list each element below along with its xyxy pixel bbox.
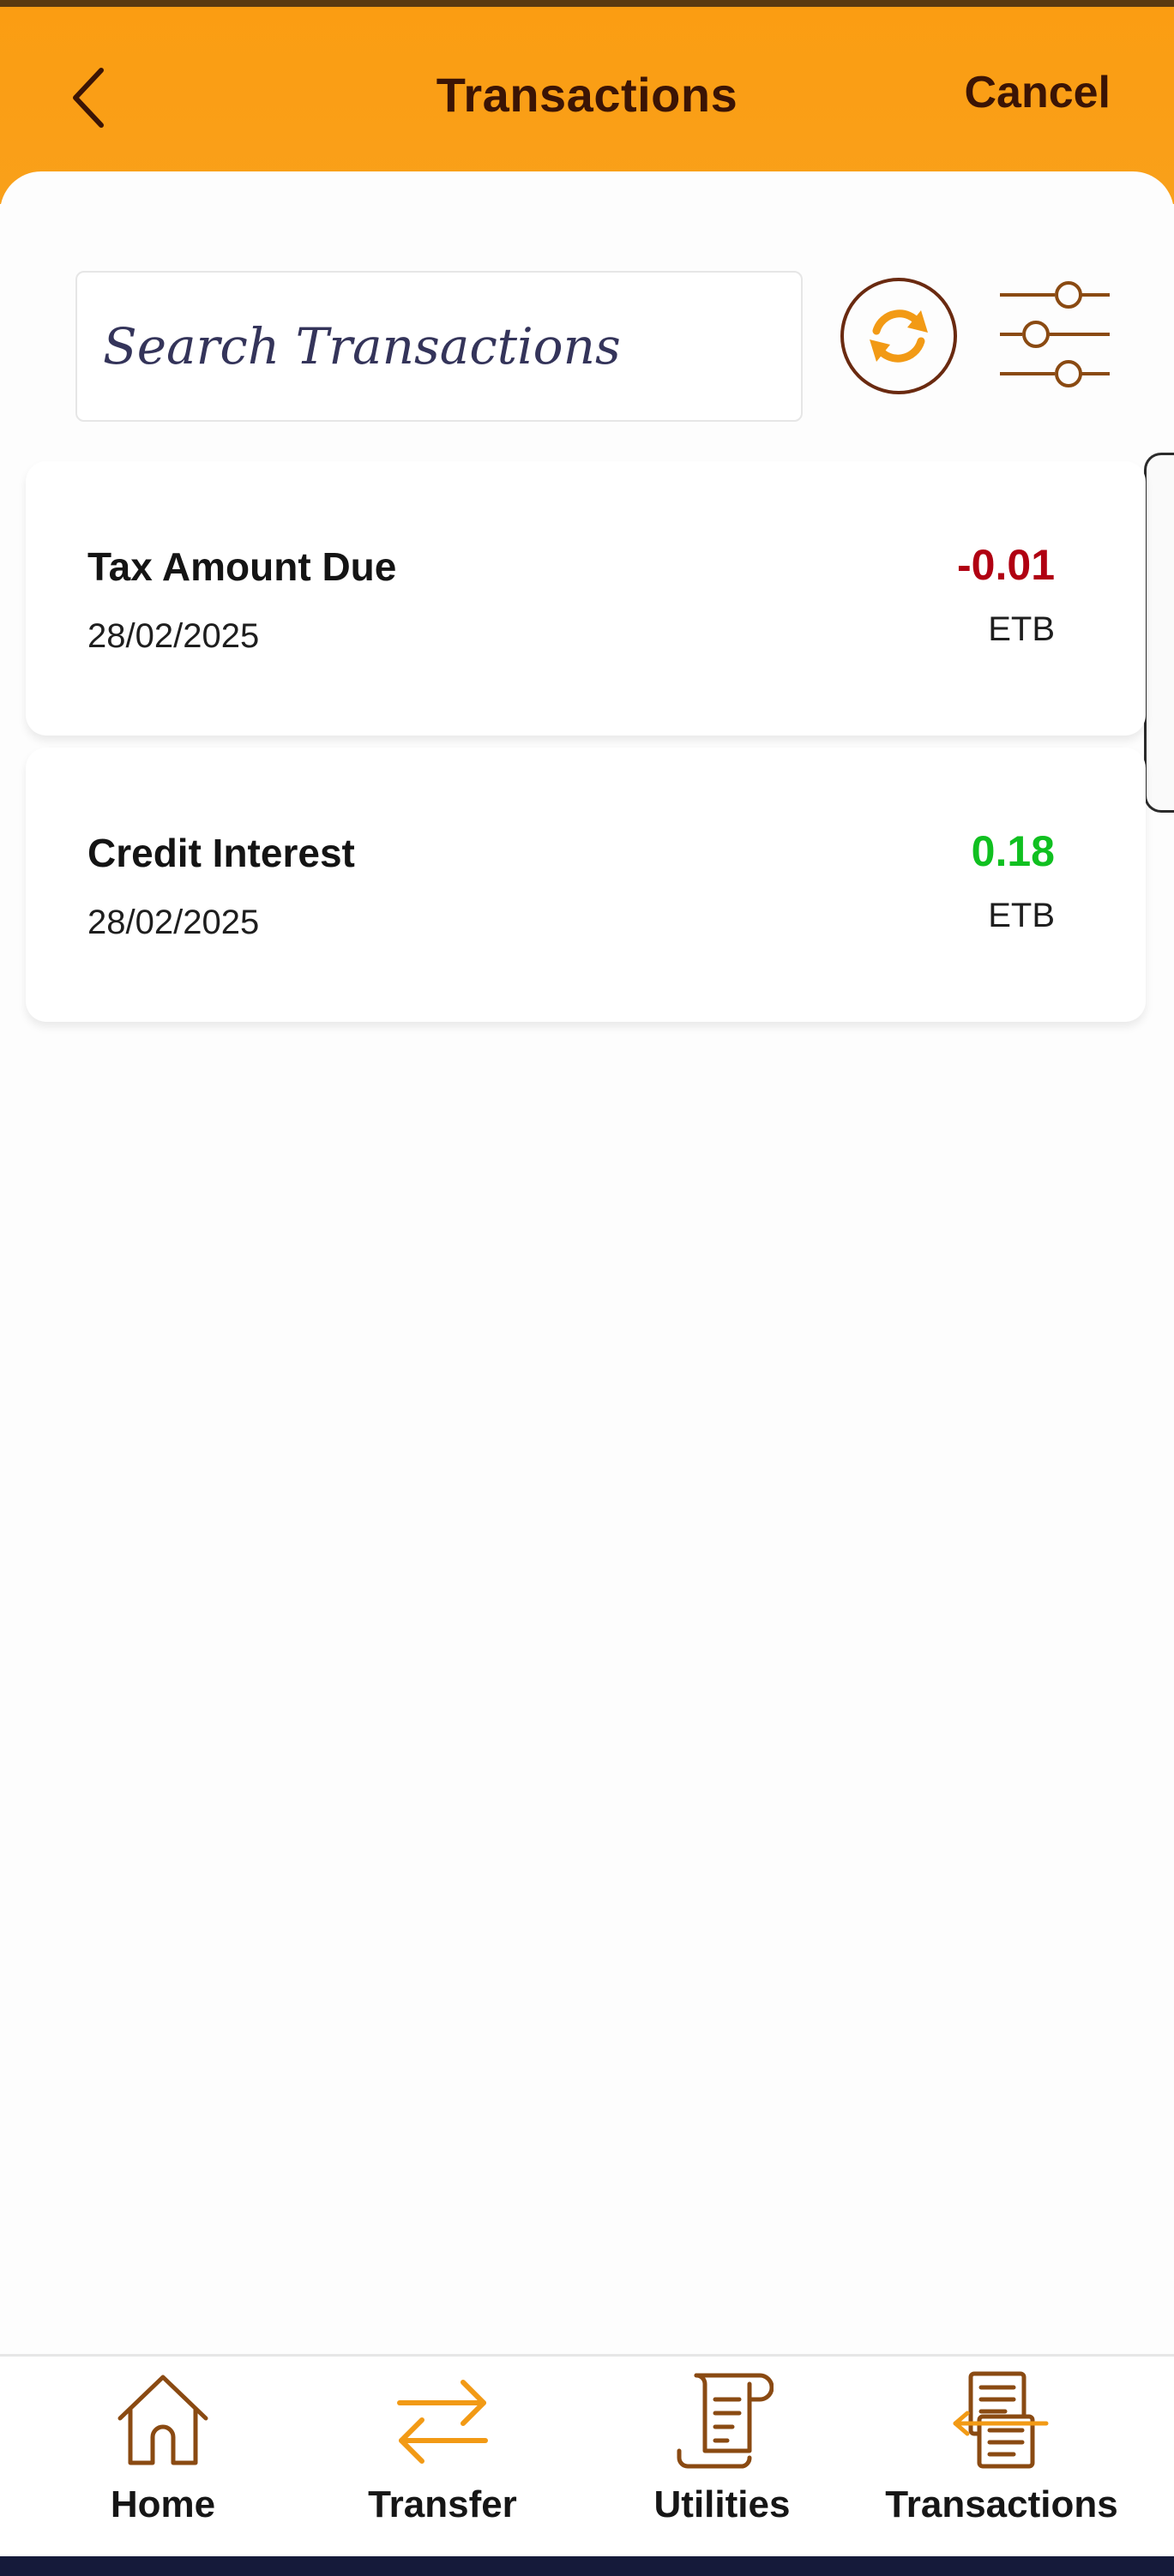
transactions-list-icon bbox=[953, 2371, 1049, 2469]
status-strip bbox=[0, 0, 1174, 7]
transaction-date: 28/02/2025 bbox=[87, 617, 260, 655]
transfer-arrows-icon bbox=[397, 2380, 488, 2464]
nav-transactions[interactable]: Transactions bbox=[873, 2369, 1130, 2557]
search-box[interactable] bbox=[75, 271, 803, 422]
nav-home-label: Home bbox=[110, 2483, 216, 2525]
home-icon bbox=[117, 2375, 208, 2465]
filter-button[interactable] bbox=[995, 276, 1115, 387]
nav-home[interactable]: Home bbox=[34, 2369, 292, 2557]
nav-transactions-label: Transactions bbox=[885, 2483, 1118, 2525]
transaction-item[interactable]: Tax Amount Due 28/02/2025 -0.01 ETB bbox=[26, 461, 1146, 736]
transaction-date: 28/02/2025 bbox=[87, 904, 260, 941]
transaction-item[interactable]: Credit Interest 28/02/2025 0.18 ETB bbox=[26, 748, 1146, 1022]
transaction-currency: ETB bbox=[988, 897, 1055, 934]
transaction-amount: 0.18 bbox=[971, 827, 1055, 875]
side-drawer-handle[interactable] bbox=[1144, 453, 1174, 813]
refresh-button[interactable] bbox=[839, 276, 959, 396]
utilities-receipt-icon bbox=[677, 2373, 774, 2469]
nav-utilities[interactable]: Utilities bbox=[593, 2369, 851, 2557]
search-input[interactable] bbox=[103, 273, 772, 420]
transaction-name: Credit Interest bbox=[87, 831, 355, 875]
transaction-amount: -0.01 bbox=[957, 541, 1055, 589]
nav-utilities-label: Utilities bbox=[653, 2483, 791, 2525]
transaction-name: Tax Amount Due bbox=[87, 544, 397, 589]
transaction-currency: ETB bbox=[988, 610, 1055, 648]
filter-sliders-icon bbox=[1000, 281, 1110, 387]
nav-transfer-label: Transfer bbox=[368, 2483, 517, 2525]
system-nav-strip bbox=[0, 2556, 1174, 2576]
nav-transfer[interactable]: Transfer bbox=[314, 2369, 571, 2557]
bottom-navigation: Home Transfer Utilities Transactions bbox=[0, 2354, 1174, 2556]
cancel-button[interactable]: Cancel bbox=[964, 67, 1111, 118]
refresh-icon bbox=[840, 278, 957, 394]
